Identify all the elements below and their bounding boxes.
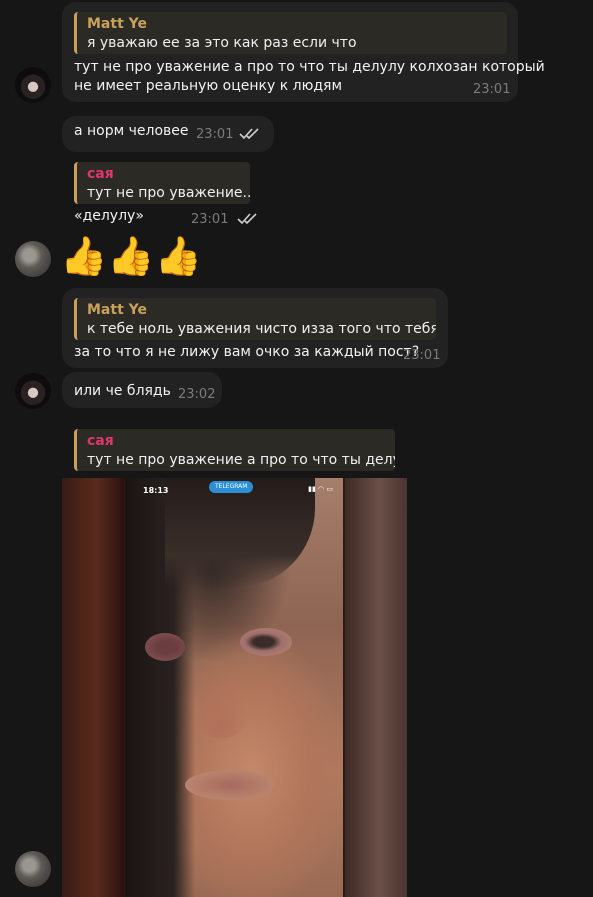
photo-detail <box>193 678 249 738</box>
photo-detail <box>145 633 185 661</box>
avatar[interactable] <box>15 67 51 103</box>
avatar[interactable] <box>15 241 51 277</box>
reply-quote[interactable]: сая тут не про уважение а про то что ты … <box>74 429 395 471</box>
telegram-pill: TELEGRAM <box>209 481 254 493</box>
message-time: 23:01 <box>191 212 229 227</box>
photo-attachment[interactable]: 18:13 TELEGRAM ▮▮ ◠ ▭ <box>62 478 407 897</box>
telegram-pill-label: TELEGRAM <box>215 483 248 490</box>
reply-quote[interactable]: Matt Ye я уважаю ее за это как раз если … <box>74 12 507 54</box>
reply-author: Matt Ye <box>87 16 147 32</box>
reply-quote[interactable]: сая тут не про уважение... <box>74 162 250 204</box>
avatar[interactable] <box>15 373 51 409</box>
avatar[interactable] <box>15 851 51 887</box>
reply-text: к тебе ноль уважения чисто изза того что… <box>87 321 436 337</box>
chat-history: Matt Ye я уважаю ее за это как раз если … <box>0 0 593 897</box>
message-text: тут не про уважение а про то что ты делу… <box>74 59 545 75</box>
message-text: за то что я не лижу вам очко за каждый п… <box>74 344 420 360</box>
message-time: 23:01 <box>403 348 441 363</box>
reply-author: сая <box>87 166 114 182</box>
reply-text: тут не про уважение... <box>87 185 250 201</box>
phone-screenshot: 18:13 TELEGRAM ▮▮ ◠ ▭ <box>125 478 343 897</box>
message-text: или че блядь <box>74 383 171 399</box>
message-text: «делулу» <box>74 208 144 224</box>
phone-status-icons: ▮▮ ◠ ▭ <box>308 485 333 493</box>
reply-text: я уважаю ее за это как раз если что <box>87 35 357 51</box>
reply-text: тут не про уважение а про то что ты делу… <box>87 452 395 468</box>
message-time: 23:02 <box>178 387 216 402</box>
message-text: не имеет реальную оценку к людям <box>74 78 343 94</box>
photo-detail <box>185 770 275 800</box>
message-time: 23:01 <box>473 82 511 97</box>
message-time: 23:01 <box>196 127 234 142</box>
reply-quote[interactable]: Matt Ye к тебе ноль уважения чисто изза … <box>74 298 436 340</box>
reply-author: Matt Ye <box>87 302 147 318</box>
read-checkmark-icon <box>237 213 257 225</box>
message-text: а норм человее <box>74 123 189 139</box>
photo-detail <box>165 478 315 588</box>
photo-detail <box>240 628 292 656</box>
phone-status-time: 18:13 <box>143 486 169 495</box>
read-checkmark-icon <box>239 128 259 140</box>
reply-author: сая <box>87 433 114 449</box>
emoji-message[interactable]: 👍👍👍 <box>60 234 202 278</box>
